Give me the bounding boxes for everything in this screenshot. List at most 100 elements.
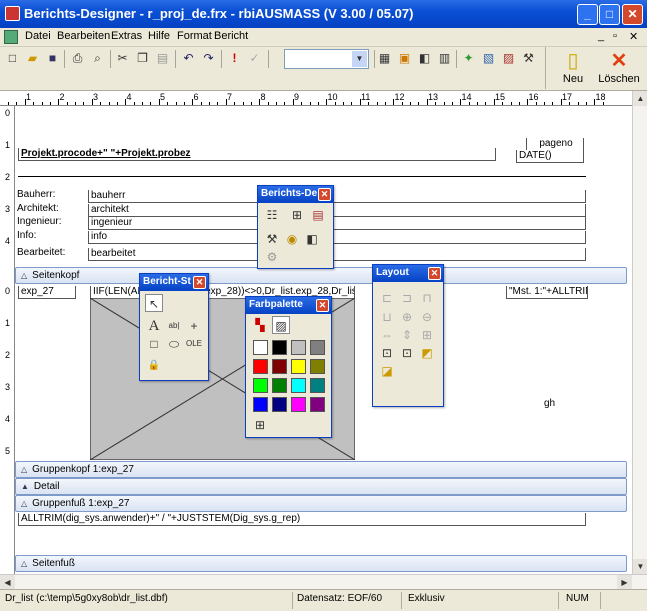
print-preview-icon[interactable]: ⌕ <box>89 50 106 67</box>
panel-close-icon[interactable]: ✕ <box>193 276 206 289</box>
color-swatch[interactable] <box>310 397 325 412</box>
field-tool-icon[interactable]: ab| <box>165 317 183 335</box>
label-ingenieur[interactable]: Ingenieur: <box>17 216 61 227</box>
mdi-restore-button[interactable]: ▫ <box>613 30 617 42</box>
rounded-rectangle-tool-icon[interactable]: ⬭ <box>165 335 183 353</box>
color-swatch[interactable] <box>253 378 268 393</box>
date-field[interactable]: DATE() <box>516 150 584 163</box>
same-height-icon[interactable]: ⇕ <box>398 326 416 344</box>
print-icon[interactable]: ⎙ <box>69 50 86 67</box>
band-seitenfuss[interactable]: △ Seitenfuß <box>15 555 627 572</box>
wizard-icon[interactable]: ✦ <box>460 50 477 67</box>
run-icon[interactable]: ! <box>226 50 243 67</box>
same-width-icon[interactable]: ⇔ <box>378 326 396 344</box>
panel-title[interactable]: Bericht-St ✕ <box>140 274 208 291</box>
scroll-down-icon[interactable]: ▼ <box>633 559 647 574</box>
settings-icon[interactable]: ▨ <box>500 50 517 67</box>
label-info[interactable]: Info: <box>17 230 36 241</box>
layout-toolbar-icon[interactable]: ◧ <box>416 50 433 67</box>
panel-close-icon[interactable]: ✕ <box>428 267 441 280</box>
align-top-icon[interactable]: ⊓ <box>418 289 436 307</box>
color-swatch[interactable] <box>291 378 306 393</box>
disabled-tool-icon[interactable]: ⚙ <box>263 248 281 266</box>
line-tool-icon[interactable]: + <box>185 317 203 335</box>
separator-line[interactable] <box>18 176 586 177</box>
preview-icon[interactable]: ▥ <box>436 50 453 67</box>
color-swatch[interactable] <box>253 359 268 374</box>
menu-bearbeiten[interactable]: Bearbeiten <box>57 30 110 42</box>
mdi-close-button[interactable]: ✕ <box>629 30 638 43</box>
panel-close-icon[interactable]: ✕ <box>316 299 329 312</box>
report-controls-icon[interactable]: ▤ <box>309 206 327 224</box>
field-architekt[interactable]: architekt <box>88 204 586 217</box>
color-swatch[interactable] <box>291 397 306 412</box>
menu-hilfe[interactable]: Hilfe <box>148 30 170 42</box>
horizontal-scrollbar[interactable]: ◀ ▶ <box>0 574 647 590</box>
label-tool-icon[interactable]: A <box>145 317 163 335</box>
copy-icon[interactable]: ❐ <box>134 50 151 67</box>
align-right-icon[interactable]: ⊐ <box>398 289 416 307</box>
panel-title[interactable]: Layout ✕ <box>373 265 443 282</box>
menu-datei[interactable]: Datei <box>25 30 51 42</box>
center-horizontally-icon[interactable]: ⊡ <box>378 344 396 362</box>
new-file-icon[interactable]: □ <box>4 50 21 67</box>
paste-icon[interactable]: ▤ <box>154 50 171 67</box>
align-bottom-icon[interactable]: ⊔ <box>378 308 396 326</box>
data-environment-icon[interactable]: ⊞ <box>288 206 306 224</box>
scroll-right-icon[interactable]: ▶ <box>617 575 632 590</box>
bring-to-front-icon[interactable]: ◩ <box>418 344 436 362</box>
redo-icon[interactable]: ↷ <box>200 50 217 67</box>
center-vertically-icon[interactable]: ⊡ <box>398 344 416 362</box>
label-bearbeitet[interactable]: Bearbeitet: <box>17 247 65 258</box>
field-bauherr[interactable]: bauherr <box>88 190 586 203</box>
neu-button[interactable]: ▯ Neu <box>551 47 595 89</box>
tools-icon[interactable]: ⚒ <box>520 50 537 67</box>
color-swatch[interactable] <box>272 378 287 393</box>
color-swatch[interactable] <box>272 359 287 374</box>
band-gruppenkopf[interactable]: △ Gruppenkopf 1:exp_27 <box>15 461 627 478</box>
ole-tool-icon[interactable]: OLE <box>185 335 203 353</box>
report-designer-toolbar-panel[interactable]: Berichts-De ✕ ☷ ⊞ ▤ ⚒ ◉ ◧ ⚙ <box>257 185 334 269</box>
color-swatch[interactable] <box>291 340 306 355</box>
color-palette-icon[interactable]: ◉ <box>283 230 301 248</box>
lock-icon[interactable]: 🔒 <box>145 357 163 375</box>
menu-extras[interactable]: Extras <box>111 30 142 42</box>
color-palette-panel[interactable]: Farbpalette ✕ ▚ ▨ ⊞ <box>245 296 332 438</box>
send-to-back-icon[interactable]: ◪ <box>378 362 396 380</box>
color-swatch[interactable] <box>291 359 306 374</box>
field-bearbeitet[interactable]: bearbeitet <box>88 248 586 261</box>
chevron-down-icon[interactable]: ▼ <box>352 51 367 67</box>
color-swatch[interactable] <box>253 397 268 412</box>
align-left-icon[interactable]: ⊏ <box>378 289 396 307</box>
data-grouping-icon[interactable]: ☷ <box>263 206 281 224</box>
font-combo[interactable]: ▼ <box>284 49 369 69</box>
label-architekt[interactable]: Architekt: <box>17 203 59 214</box>
color-swatch[interactable] <box>253 340 268 355</box>
color-swatch[interactable] <box>272 340 287 355</box>
panel-title[interactable]: Berichts-De ✕ <box>258 186 333 203</box>
report-controls-icon[interactable]: ▣ <box>396 50 413 67</box>
scroll-up-icon[interactable]: ▲ <box>633 91 647 106</box>
loeschen-button[interactable]: ✕ Löschen <box>594 47 644 89</box>
tools-icon[interactable]: ⚒ <box>263 230 281 248</box>
save-icon[interactable]: ■ <box>44 50 61 67</box>
modify-icon[interactable]: ✓ <box>246 50 263 67</box>
label-bauherr[interactable]: Bauherr: <box>17 189 55 200</box>
menu-format[interactable]: Format <box>177 30 212 42</box>
band-detail[interactable]: ▲ Detail <box>15 478 627 495</box>
color-swatch[interactable] <box>310 340 325 355</box>
more-colors-icon[interactable]: ⊞ <box>251 416 269 434</box>
vertical-scrollbar[interactable]: ▲ ▼ <box>632 91 647 574</box>
data-environment-icon[interactable]: ▦ <box>376 50 393 67</box>
layout-panel[interactable]: Layout ✕ ⊏ ⊐ ⊓ ⊔ ⊕ ⊖ ⇔ ⇕ ⊞ ⊡ ⊡ ◩ ◪ <box>372 264 444 407</box>
open-folder-icon[interactable]: ▰ <box>24 50 41 67</box>
band-seitenkopf[interactable]: △ Seitenkopf <box>15 267 627 284</box>
mdi-minimize-button[interactable]: _ <box>598 30 604 42</box>
minimize-button[interactable]: _ <box>577 4 598 25</box>
background-color-icon[interactable]: ▨ <box>272 316 290 334</box>
mst-field[interactable]: "Mst. 1:"+ALLTRIM( <box>506 286 588 299</box>
menu-bericht[interactable]: Bericht <box>214 30 248 42</box>
center-vertical-icon[interactable]: ⊕ <box>398 308 416 326</box>
pointer-icon[interactable]: ↖ <box>145 294 163 312</box>
report-controls-panel[interactable]: Bericht-St ✕ ↖ A ab| + □ ⬭ OLE 🔒 <box>139 273 209 381</box>
